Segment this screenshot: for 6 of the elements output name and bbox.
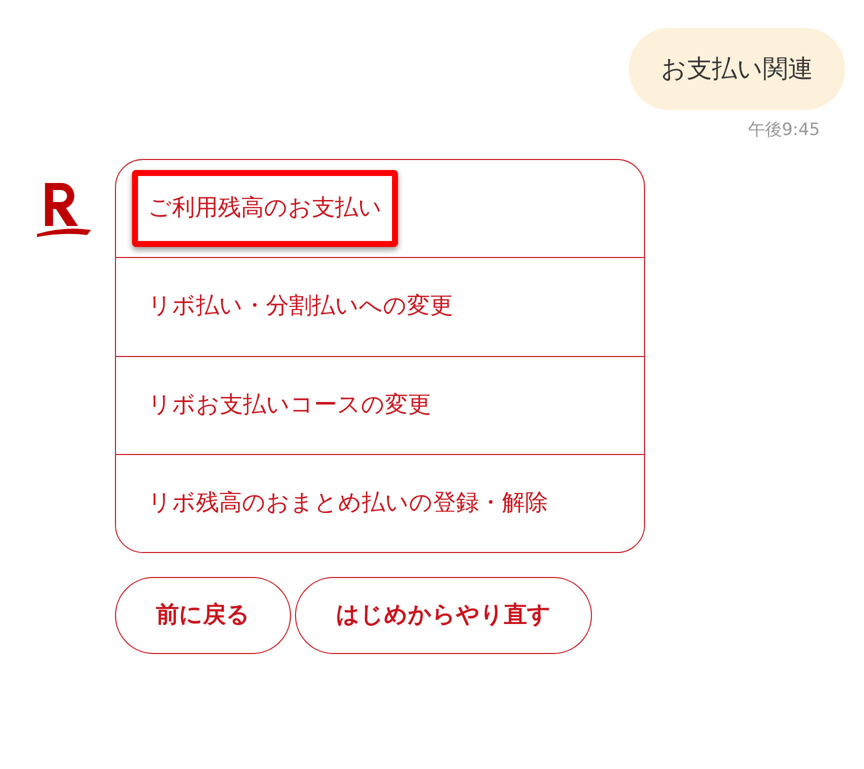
- action-button[interactable]: はじめからやり直す: [295, 577, 592, 654]
- message-bubble: お支払い関連: [629, 28, 845, 110]
- timestamp: 午後9:45: [748, 118, 820, 142]
- action-button[interactable]: 前に戻る: [115, 577, 291, 654]
- menu-option[interactable]: ご利用残高のお支払い: [132, 170, 398, 248]
- menu-option[interactable]: リボ残高のおまとめ払いの登録・解除: [116, 454, 644, 552]
